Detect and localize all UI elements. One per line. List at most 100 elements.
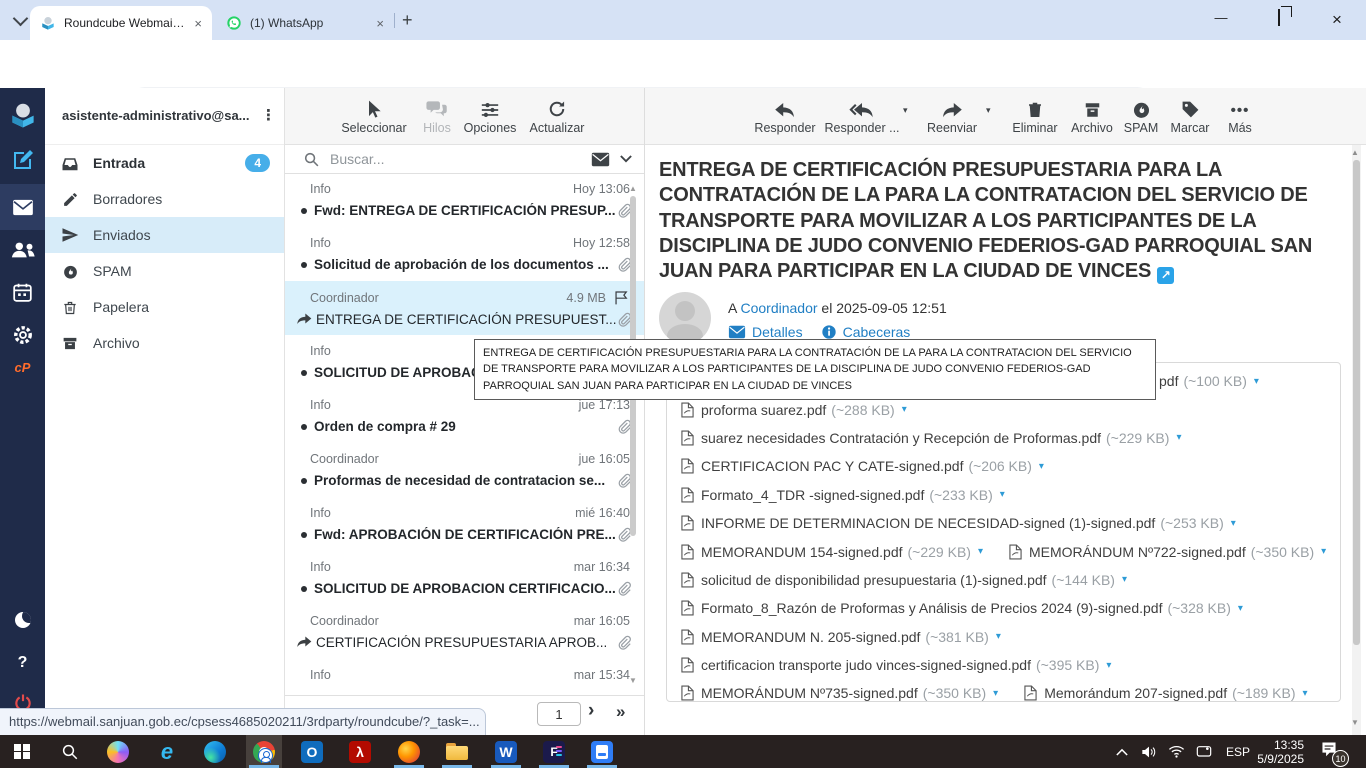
attachment-item[interactable]: MEMORÁNDUM Nº722-signed.pdf(~350 KB)▾ [1009, 544, 1326, 560]
app-fes-icon[interactable]: F [542, 739, 566, 764]
volume-icon[interactable] [1137, 739, 1161, 764]
window-minimize-button[interactable]: — [1206, 10, 1236, 32]
reader-scrollbar-thumb[interactable] [1353, 160, 1360, 645]
attachment-menu-caret-icon[interactable]: ▾ [1321, 546, 1326, 557]
attachment-item[interactable]: MEMORANDUM N. 205-signed.pdf(~381 KB)▾ [681, 629, 1001, 645]
threads-button[interactable]: Hilos [412, 95, 462, 135]
attachment-item[interactable]: Formato_8_Razón de Proformas y Análisis … [681, 600, 1243, 616]
tray-chevron-icon[interactable] [1110, 739, 1134, 764]
message-row[interactable]: Infomar 16:34 SOLICITUD DE APROBACION CE… [285, 551, 644, 605]
edge-icon[interactable] [203, 739, 227, 764]
recipient-link[interactable]: Coordinador [740, 300, 817, 316]
message-row[interactable]: Infomar 15:34 [285, 659, 644, 695]
taskbar-search-icon[interactable] [58, 739, 82, 764]
message-row-selected[interactable]: Coordinador4.9 MB ENTREGA DE CERTIFICACI… [285, 281, 644, 335]
dark-mode-moon-icon[interactable] [0, 612, 45, 628]
attachment-menu-caret-icon[interactable]: ▾ [902, 404, 907, 415]
file-explorer-icon[interactable] [445, 739, 469, 764]
list-scroll-up-icon[interactable]: ▲ [629, 184, 637, 193]
page-number-input[interactable] [537, 702, 581, 726]
last-page-icon[interactable]: » [616, 702, 623, 722]
message-row[interactable]: Coordinadorjue 16:05 Proformas de necesi… [285, 443, 644, 497]
message-row[interactable]: Coordinadormar 16:05 CERTIFICACIÓN PRESU… [285, 605, 644, 659]
acrobat-icon[interactable]: λ [348, 739, 372, 764]
internet-explorer-icon[interactable]: e [155, 739, 179, 764]
attachment-menu-caret-icon[interactable]: ▾ [1231, 518, 1236, 529]
window-restore-button[interactable] [1264, 10, 1294, 32]
attachment-menu-caret-icon[interactable]: ▾ [1176, 432, 1181, 443]
attachment-menu-caret-icon[interactable]: ▾ [1039, 461, 1044, 472]
reader-scroll-up-icon[interactable]: ▲ [1351, 148, 1359, 157]
tab-list-chevron-icon[interactable] [8, 9, 32, 31]
language-indicator[interactable]: ESP [1222, 739, 1254, 764]
attachment-item[interactable]: solicitud de disponibilidad presupuestar… [681, 572, 1127, 588]
folder-borradores[interactable]: Borradores [45, 181, 284, 217]
copilot-icon[interactable] [106, 739, 130, 764]
attachment-menu-caret-icon[interactable]: ▾ [1122, 574, 1127, 585]
reader-scroll-down-icon[interactable]: ▼ [1351, 718, 1359, 727]
search-input[interactable] [328, 150, 552, 168]
account-menu-kebab-icon[interactable]: ⋮ [261, 106, 276, 124]
mail-icon[interactable] [0, 184, 45, 230]
attachment-menu-caret-icon[interactable]: ▾ [1303, 688, 1308, 699]
search-scope-mail-icon[interactable] [591, 152, 610, 167]
calendar-icon[interactable] [0, 282, 45, 303]
outlook-icon[interactable]: O [300, 739, 324, 764]
details-link[interactable]: Detalles [752, 324, 803, 340]
new-tab-button[interactable]: + [402, 11, 413, 29]
headers-link[interactable]: Cabeceras [843, 324, 911, 340]
help-icon[interactable]: ? [0, 654, 45, 672]
reply-all-caret-icon[interactable]: ▾ [903, 105, 908, 116]
start-button[interactable] [10, 739, 34, 764]
clock[interactable]: 13:35 5/9/2025 [1252, 738, 1304, 766]
attachment-item[interactable]: MEMORÁNDUM Nº735-signed.pdf(~350 KB)▾ [681, 685, 998, 701]
folder-entrada[interactable]: Entrada 4 [45, 145, 284, 181]
window-close-button[interactable]: × [1322, 10, 1352, 32]
forward-button[interactable]: Reenviar [914, 94, 990, 135]
folder-archivo[interactable]: Archivo [45, 325, 284, 361]
reply-button[interactable]: Responder [747, 94, 823, 135]
refresh-list-button[interactable]: Actualizar [522, 95, 592, 135]
tab-roundcube[interactable]: Roundcube Webmail :: Enviados × [30, 6, 212, 40]
chrome-icon[interactable] [252, 739, 276, 764]
next-page-icon[interactable]: › [588, 700, 594, 722]
attachment-menu-caret-icon[interactable]: ▾ [996, 631, 1001, 642]
tab-close-icon[interactable]: × [194, 16, 202, 31]
search-bar[interactable] [285, 145, 644, 174]
attachment-menu-caret-icon[interactable]: ▾ [1106, 660, 1111, 671]
more-button[interactable]: ••• Más [1202, 94, 1278, 135]
attachment-item[interactable]: Formato_4_TDR -signed-signed.pdf(~233 KB… [681, 487, 1005, 503]
tab-whatsapp[interactable]: (1) WhatsApp × [214, 6, 394, 40]
compose-icon[interactable] [0, 148, 45, 172]
message-row[interactable]: InfoHoy 13:06 Fwd: ENTREGA DE CERTIFICAC… [285, 173, 644, 227]
roundcube-logo-icon[interactable] [0, 100, 45, 130]
reply-all-button[interactable]: Responder ... [824, 94, 900, 135]
attachment-item[interactable]: MEMORANDUM 154-signed.pdf(~229 KB)▾ [681, 544, 983, 560]
attachment-item[interactable]: certificacion transporte judo vinces-sig… [681, 657, 1111, 673]
settings-gear-icon[interactable] [0, 324, 45, 346]
attachment-item[interactable]: Memorándum 207-signed.pdf(~189 KB)▾ [1024, 685, 1307, 701]
forward-caret-icon[interactable]: ▾ [986, 105, 991, 116]
attachment-item[interactable]: proforma suarez.pdf(~288 KB)▾ [681, 402, 907, 418]
wifi-icon[interactable] [1164, 739, 1188, 764]
attachment-item[interactable]: pdf(~100 KB)▾ [1159, 373, 1259, 389]
attachment-item[interactable]: suarez necesidades Contratación y Recepc… [681, 430, 1181, 446]
flag-icon[interactable] [613, 290, 630, 305]
firefox-icon[interactable] [397, 739, 421, 764]
select-button[interactable]: Seleccionar [334, 95, 414, 135]
attachment-item[interactable]: INFORME DE DETERMINACION DE NECESIDAD-si… [681, 515, 1236, 531]
app-firma-icon[interactable] [590, 739, 614, 764]
list-scroll-down-icon[interactable]: ▼ [629, 676, 637, 685]
attachment-menu-caret-icon[interactable]: ▾ [1254, 376, 1259, 387]
message-row[interactable]: InfoHoy 12:58 Solicitud de aprobación de… [285, 227, 644, 281]
contacts-icon[interactable] [0, 240, 45, 260]
search-options-chevron-icon[interactable] [620, 155, 632, 163]
tab-close-icon[interactable]: × [376, 16, 384, 31]
attachment-item[interactable]: CERTIFICACION PAC Y CATE-signed.pdf(~206… [681, 458, 1044, 474]
attachment-menu-caret-icon[interactable]: ▾ [1000, 489, 1005, 500]
attachment-menu-caret-icon[interactable]: ▾ [978, 546, 983, 557]
folder-spam[interactable]: SPAM [45, 253, 284, 289]
options-button[interactable]: Opciones [460, 95, 520, 135]
word-icon[interactable]: W [494, 739, 518, 764]
folder-enviados[interactable]: Enviados [45, 217, 284, 253]
